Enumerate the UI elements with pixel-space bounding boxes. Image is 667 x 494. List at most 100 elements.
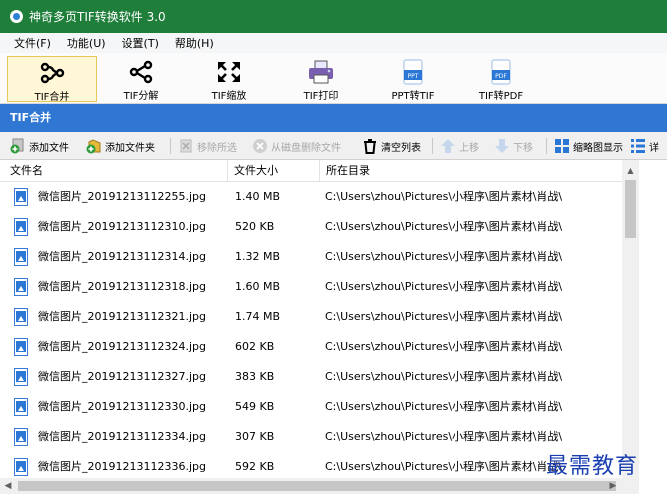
table-row[interactable]: 微信图片_20191213112336.jpg 592 KB C:\Users\… <box>0 452 622 478</box>
menu-help[interactable]: 帮助(H) <box>167 35 222 51</box>
clear-list-button[interactable]: 清空列表 <box>362 136 421 156</box>
image-file-icon <box>14 368 28 386</box>
column-header-filesize[interactable]: 文件大小 <box>228 160 320 182</box>
horizontal-scrollbar[interactable]: ◀ ▶ <box>0 478 639 494</box>
toolbar-divider <box>170 138 171 154</box>
file-name: 微信图片_20191213112321.jpg <box>38 310 206 323</box>
toolbar-divider <box>432 138 433 154</box>
file-size: 592 KB <box>235 460 275 473</box>
menu-file[interactable]: 文件(F) <box>6 35 59 51</box>
column-header-filename[interactable]: 文件名 <box>0 160 228 182</box>
column-header-directory[interactable]: 所在目录 <box>320 160 622 182</box>
table-row[interactable]: 微信图片_20191213112327.jpg 383 KB C:\Users\… <box>0 362 622 392</box>
file-size: 1.40 MB <box>235 190 281 203</box>
file-path: C:\Users\zhou\Pictures\小程序\图片素材\肖战\ <box>325 220 563 233</box>
arrow-down-icon <box>494 138 510 154</box>
tab-tif-to-pdf[interactable]: PDF TIF转PDF <box>464 56 538 102</box>
add-folder-button[interactable]: 添加文件夹 <box>86 136 155 156</box>
tab-ppt-to-tif[interactable]: PPT PPT转TIF <box>376 56 450 102</box>
table-row[interactable]: 微信图片_20191213112334.jpg 307 KB C:\Users\… <box>0 422 622 452</box>
tab-label: TIF合并 <box>34 92 70 103</box>
scrollbar-thumb[interactable] <box>18 481 616 491</box>
table-header: 文件名 文件大小 所在目录 <box>0 160 622 182</box>
file-name: 微信图片_20191213112324.jpg <box>38 340 206 353</box>
scrollbar-thumb[interactable] <box>625 180 636 238</box>
app-logo-icon <box>10 10 23 23</box>
thumbnail-view-label: 缩略图显示 <box>573 142 623 154</box>
tab-tif-resize[interactable]: TIF缩放 <box>192 56 266 102</box>
delete-from-disk-button[interactable]: 从磁盘删除文件 <box>252 136 341 156</box>
tab-label: PPT转TIF <box>391 91 435 102</box>
toolbar-divider <box>546 138 547 154</box>
move-up-button[interactable]: 上移 <box>440 136 479 156</box>
clear-list-label: 清空列表 <box>381 142 421 154</box>
printer-icon <box>307 59 335 85</box>
file-name: 微信图片_20191213112255.jpg <box>38 190 206 203</box>
window-title: 神奇多页TIF转换软件 3.0 <box>29 10 166 24</box>
menu-bar: 文件(F) 功能(U) 设置(T) 帮助(H) <box>0 33 667 53</box>
delete-icon <box>252 138 268 154</box>
tab-tif-print[interactable]: TIF打印 <box>284 56 358 102</box>
remove-selected-label: 移除所选 <box>197 142 237 154</box>
arrow-up-icon <box>440 138 456 154</box>
table-row[interactable]: 微信图片_20191213112324.jpg 602 KB C:\Users\… <box>0 332 622 362</box>
section-title: TIF合并 <box>0 104 667 132</box>
move-down-label: 下移 <box>513 142 533 154</box>
file-path: C:\Users\zhou\Pictures\小程序\图片素材\肖战\ <box>325 310 563 323</box>
right-panel-blank <box>639 160 667 478</box>
detail-view-button[interactable]: 详 <box>630 136 659 156</box>
image-file-icon <box>14 428 28 446</box>
file-path: C:\Users\zhou\Pictures\小程序\图片素材\肖战\ <box>325 340 563 353</box>
remove-icon <box>178 138 194 154</box>
table-row[interactable]: 微信图片_20191213112330.jpg 549 KB C:\Users\… <box>0 392 622 422</box>
image-file-icon <box>14 458 28 476</box>
table-row[interactable]: 微信图片_20191213112310.jpg 520 KB C:\Users\… <box>0 212 622 242</box>
file-name: 微信图片_20191213112334.jpg <box>38 430 206 443</box>
file-path: C:\Users\zhou\Pictures\小程序\图片素材\肖战\ <box>325 370 563 383</box>
file-size: 307 KB <box>235 430 275 443</box>
menu-function[interactable]: 功能(U) <box>59 35 114 51</box>
image-file-icon <box>14 248 28 266</box>
file-name: 微信图片_20191213112318.jpg <box>38 280 206 293</box>
detail-view-label: 详 <box>649 142 659 154</box>
file-path: C:\Users\zhou\Pictures\小程序\图片素材\肖战\ <box>325 280 563 293</box>
move-up-label: 上移 <box>459 142 479 154</box>
file-path: C:\Users\zhou\Pictures\小程序\图片素材\肖战\ <box>325 460 563 473</box>
watermark: 最需教育 <box>546 454 639 479</box>
menu-settings[interactable]: 设置(T) <box>114 35 167 51</box>
image-file-icon <box>14 338 28 356</box>
file-size: 549 KB <box>235 400 275 413</box>
thumbnail-view-button[interactable]: 缩略图显示 <box>554 136 623 156</box>
file-size: 383 KB <box>235 370 275 383</box>
add-file-label: 添加文件 <box>29 142 69 154</box>
add-folder-icon <box>86 138 102 154</box>
tab-tif-merge[interactable]: TIF合并 <box>7 56 97 103</box>
scroll-left-icon[interactable]: ◀ <box>0 478 16 494</box>
move-down-button[interactable]: 下移 <box>494 136 533 156</box>
trash-icon <box>362 138 378 154</box>
scroll-right-icon[interactable]: ▶ <box>605 478 621 494</box>
delete-from-disk-label: 从磁盘删除文件 <box>271 142 341 154</box>
tab-label: TIF分解 <box>123 91 159 102</box>
vertical-scrollbar[interactable]: ▲ <box>622 160 639 478</box>
file-path: C:\Users\zhou\Pictures\小程序\图片素材\肖战\ <box>325 250 563 263</box>
table-row[interactable]: 微信图片_20191213112255.jpg 1.40 MB C:\Users… <box>0 182 622 212</box>
file-path: C:\Users\zhou\Pictures\小程序\图片素材\肖战\ <box>325 190 563 203</box>
ribbon: TIF合并 TIF分解 TIF缩放 TIF打印 PPT PPT转TIF PDF … <box>0 53 667 104</box>
grid-view-icon <box>554 138 570 154</box>
table-row[interactable]: 微信图片_20191213112314.jpg 1.32 MB C:\Users… <box>0 242 622 272</box>
merge-icon <box>38 60 66 86</box>
split-icon <box>127 59 155 85</box>
tab-tif-split[interactable]: TIF分解 <box>104 56 178 102</box>
add-file-icon <box>10 138 26 154</box>
remove-selected-button[interactable]: 移除所选 <box>178 136 237 156</box>
image-file-icon <box>14 398 28 416</box>
table-row[interactable]: 微信图片_20191213112321.jpg 1.74 MB C:\Users… <box>0 302 622 332</box>
add-file-button[interactable]: 添加文件 <box>10 136 69 156</box>
svg-text:PDF: PDF <box>495 73 507 80</box>
table-row[interactable]: 微信图片_20191213112318.jpg 1.60 MB C:\Users… <box>0 272 622 302</box>
resize-icon <box>215 59 243 85</box>
scroll-up-icon[interactable]: ▲ <box>622 163 639 179</box>
file-name: 微信图片_20191213112330.jpg <box>38 400 206 413</box>
image-file-icon <box>14 278 28 296</box>
